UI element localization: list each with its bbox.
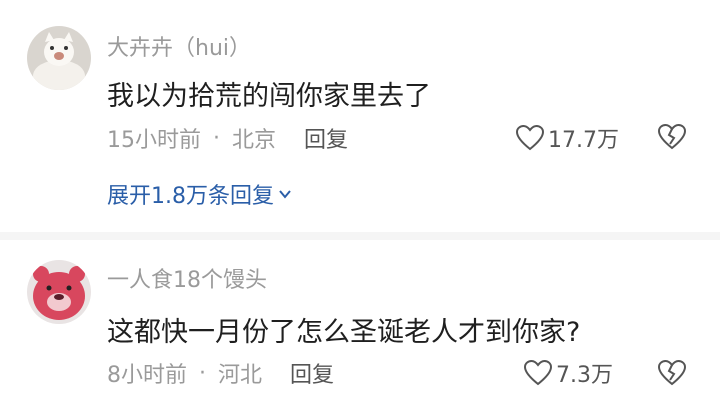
- reply-button[interactable]: 回复: [290, 357, 334, 389]
- location: 北京: [232, 128, 277, 153]
- broken-heart-icon: [657, 123, 687, 150]
- avatar[interactable]: [27, 26, 91, 90]
- comment-item: 大卉卉（hui） 我以为拾荒的闯你家里去了 15小时前 · 北京 回复 17.7…: [0, 0, 720, 232]
- comment-divider: [0, 232, 720, 240]
- comment-meta: 15小时前 · 北京 回复: [107, 122, 348, 154]
- broken-heart-icon: [657, 359, 687, 386]
- comment-text: 我以为拾荒的闯你家里去了: [107, 81, 431, 112]
- expand-replies-label: 展开1.8万条回复: [107, 184, 274, 209]
- separator: ·: [199, 360, 206, 386]
- dislike-button[interactable]: [657, 359, 687, 390]
- expand-replies-link[interactable]: 展开1.8万条回复: [107, 178, 293, 210]
- timestamp: 8小时前: [107, 363, 187, 388]
- comment-text: 这都快一月份了怎么圣诞老人才到你家?: [107, 317, 581, 348]
- dislike-button[interactable]: [657, 123, 687, 154]
- reply-button[interactable]: 回复: [304, 122, 348, 154]
- comment-item: 一人食18个馒头 这都快一月份了怎么圣诞老人才到你家? 8小时前 · 河北 回复…: [0, 240, 720, 405]
- like-count: 17.7万: [548, 128, 619, 153]
- username[interactable]: 大卉卉（hui）: [107, 30, 251, 62]
- heart-outline-icon: [516, 125, 544, 151]
- chevron-down-icon: [279, 190, 291, 199]
- separator: ·: [213, 125, 220, 151]
- location: 河北: [218, 363, 263, 388]
- like-count: 7.3万: [556, 363, 613, 388]
- heart-outline-icon: [524, 360, 552, 386]
- comment-meta: 8小时前 · 河北 回复: [107, 357, 334, 389]
- username[interactable]: 一人食18个馒头: [107, 262, 267, 294]
- like-button[interactable]: 7.3万: [524, 357, 613, 389]
- avatar[interactable]: [27, 260, 91, 324]
- like-button[interactable]: 17.7万: [516, 122, 619, 154]
- timestamp: 15小时前: [107, 128, 201, 153]
